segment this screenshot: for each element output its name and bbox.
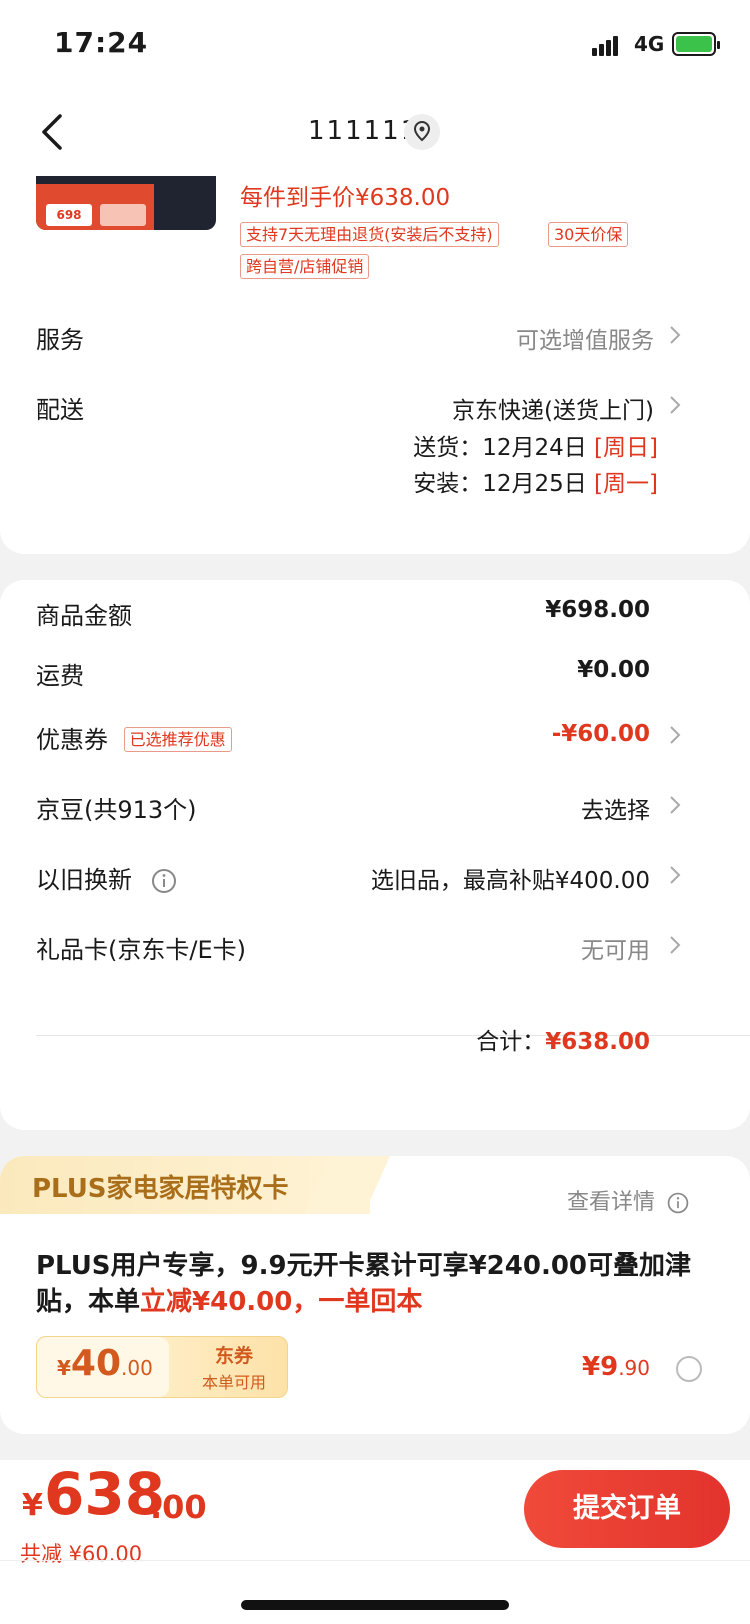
coupon-amount: ¥40.00 [57,1343,153,1384]
unit-price: 每件到手价¥638.00 [240,185,451,211]
plus-coupon[interactable]: ¥40.00 东券 本单可用 [36,1336,288,1398]
total-line: 合计：¥638.00 [476,1022,650,1056]
plus-title: PLUS家电家居特权卡 [32,1174,289,1204]
submit-order-button[interactable]: 提交订单 [524,1470,730,1548]
back-arrow-icon[interactable] [38,112,68,152]
ship-date: 12月24日 [482,435,587,461]
service-label: 服务 [36,326,84,354]
tag-price-protect: 30天价保 [548,222,629,247]
delivery-label: 配送 [36,396,84,424]
tag-promo: 跨自营/店铺促销 [240,254,370,279]
ship-label: 送货： [413,435,483,461]
goods-amount-label: 商品金额 [36,602,132,630]
plus-desc-highlight: 立减¥40.00，一单回本 [140,1287,423,1317]
plus-price: ¥9.90 [582,1352,650,1382]
goods-amount-value: ¥698.00 [545,597,650,623]
total-value: ¥638.00 [545,1029,650,1055]
giftcard-value[interactable]: 无可用 [581,931,650,965]
giftcard-label: 礼品卡(京东卡/E卡) [36,936,246,964]
install-date-line: 安装：12月25日 [周一] [413,464,658,498]
plus-detail-link[interactable]: 查看详情 [567,1184,690,1216]
shipping-label: 运费 [36,662,84,690]
footer-currency: ¥ [22,1488,43,1523]
checkout-bar: ¥ 638 .00 共减 ¥60.00 提交订单 [0,1460,750,1624]
install-label: 安装： [413,471,483,497]
chevron-right-icon[interactable] [668,794,682,816]
plus-detail-text: 查看详情 [566,1190,655,1215]
coupon-recommend-tag: 已选推荐优惠 [123,727,232,752]
home-indicator[interactable] [241,1600,509,1610]
thumb-price: 698 [46,204,92,226]
coupon-label: 优惠券 已选推荐优惠 [36,720,232,755]
plus-select-radio[interactable] [676,1356,702,1382]
coupon-subtitle: 本单可用 [201,1373,266,1392]
install-day: [周一] [594,471,658,497]
footer-total-decimal: .00 [150,1488,207,1526]
footer-total-integer: 638 [44,1460,166,1528]
network-label: 4G [634,32,665,56]
shipping-value: ¥0.00 [577,657,650,683]
location-icon[interactable] [404,114,440,150]
chevron-right-icon[interactable] [668,934,682,956]
ship-date-line: 送货：12月24日 [周日] [413,428,658,462]
delivery-value[interactable]: 京东快递(送货上门) [452,391,654,425]
tradein-label-text: 以旧换新 [36,866,132,894]
chevron-right-icon[interactable] [668,724,682,746]
plus-card: PLUS家电家居特权卡 查看详情 PLUS用户专享，9.9元开卡累计可享¥240… [0,1156,750,1434]
page-title: 111111 [308,116,420,146]
total-label: 合计： [476,1029,546,1055]
amount-card: 商品金额 ¥698.00 运费 ¥0.00 优惠券 已选推荐优惠 -¥60.00… [0,580,750,1130]
info-icon[interactable] [150,867,178,895]
status-bar: 17:24 4G [0,0,750,90]
nav-bar: 111111 [0,90,750,176]
footer-saved: 共减 ¥60.00 [20,1542,143,1566]
status-time: 17:24 [54,26,149,59]
chevron-right-icon[interactable] [668,324,682,346]
install-date: 12月25日 [482,471,587,497]
beans-label: 京豆(共913个) [36,796,197,824]
coupon-value[interactable]: -¥60.00 [552,721,650,747]
tag-return-policy: 支持7天无理由退货(安装后不支持) [240,222,499,247]
tradein-label: 以旧换新 [36,860,178,895]
battery-icon [672,32,720,56]
ship-day: [周日] [594,435,658,461]
service-value[interactable]: 可选增值服务 [516,321,654,355]
product-thumbnail[interactable]: 698 [36,176,216,230]
order-info-card: 698 每件到手价¥638.00 支持7天无理由退货(安装后不支持) 30天价保… [0,176,750,554]
signal-icon [592,34,624,56]
tradein-value[interactable]: 选旧品，最高补贴¥400.00 [371,861,650,895]
coupon-title: 东券 [214,1345,253,1367]
chevron-right-icon[interactable] [668,394,682,416]
info-icon[interactable] [666,1191,690,1215]
coupon-label-text: 优惠券 [36,726,108,754]
beans-value[interactable]: 去选择 [581,791,650,825]
plus-description: PLUS用户专享，9.9元开卡累计可享¥240.00可叠加津贴，本单立减¥40.… [36,1248,716,1320]
chevron-right-icon[interactable] [668,864,682,886]
